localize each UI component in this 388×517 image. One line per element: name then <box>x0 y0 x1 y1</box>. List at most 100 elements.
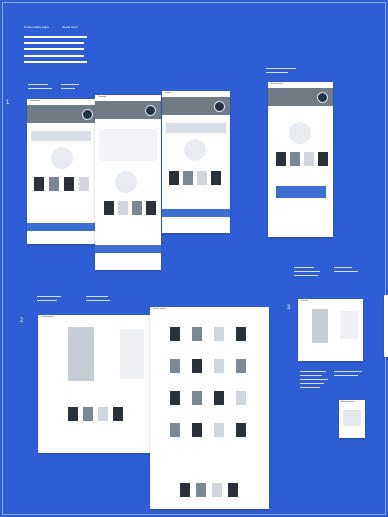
legend-bar-1 <box>24 36 87 38</box>
card-6-tile-2 <box>192 327 202 341</box>
card-6-tile-11 <box>214 391 224 405</box>
label-bar-q <box>300 375 322 376</box>
card-6-tile-13 <box>170 423 180 437</box>
card-6-tile-14 <box>192 423 202 437</box>
label-bar-k <box>294 267 314 268</box>
label-bar-v <box>334 375 358 376</box>
top-left-note: Product catalog pages <box>24 26 49 29</box>
page-card-6[interactable]: Search results <box>150 307 269 509</box>
page-card-8[interactable]: Mobile preview <box>339 400 365 438</box>
card-8-label: Mobile preview <box>341 401 355 403</box>
card-3-tile-2 <box>183 171 193 185</box>
card-4-tile-1 <box>276 152 286 166</box>
card-1-cta-strip <box>27 223 98 231</box>
label-bar-e <box>266 68 296 69</box>
card-4-hero <box>268 88 333 106</box>
card-6-tile-7 <box>214 359 224 373</box>
card-5-tile-2 <box>83 407 93 421</box>
card-2-circle <box>115 171 137 193</box>
card-1-label: Homepage <box>30 100 40 102</box>
card-7-image <box>312 309 328 343</box>
card-1-tile-1 <box>34 177 44 191</box>
canvas: Product catalog pages Results layout 1 2… <box>0 0 388 517</box>
card-3-cta-strip <box>162 209 230 217</box>
marker-2: 2 <box>20 318 24 324</box>
page-card-5[interactable]: Product detail <box>38 315 151 453</box>
top-left-note-2: Results layout <box>62 26 78 29</box>
card-3-label: Listing <box>165 92 171 94</box>
page-card-7[interactable]: Preview <box>298 299 363 361</box>
page-card-edge <box>384 295 388 357</box>
label-bar-b <box>28 88 52 89</box>
card-1-tile-2 <box>49 177 59 191</box>
card-1-tile-3 <box>64 177 74 191</box>
label-bar-o <box>334 271 358 272</box>
label-bar-r <box>300 379 328 380</box>
label-bar-u <box>334 371 362 372</box>
page-card-2[interactable]: Category <box>95 95 161 270</box>
card-2-grid <box>99 129 157 161</box>
card-4-hero-knob <box>317 92 328 103</box>
card-2-cta-strip <box>95 245 161 253</box>
marker-1: 1 <box>6 100 10 106</box>
legend-bar-3 <box>24 48 84 50</box>
card-6-tile-6 <box>192 359 202 373</box>
card-2-tile-1 <box>104 201 114 215</box>
card-7-label: Preview <box>301 300 309 302</box>
card-6-tile-10 <box>192 391 202 405</box>
card-2-tile-4 <box>146 201 156 215</box>
card-2-hero <box>95 101 161 119</box>
label-bar-m <box>294 275 318 276</box>
card-5-tile-1 <box>68 407 78 421</box>
card-6-tile-4 <box>236 327 246 341</box>
card-2-label: Category <box>98 96 107 98</box>
card-3-row <box>166 123 226 133</box>
marker-3: 3 <box>287 305 291 311</box>
card-4-label: Feature page <box>271 83 283 85</box>
page-card-3[interactable]: Listing <box>162 91 230 233</box>
label-bar-c <box>61 84 79 85</box>
card-2-tile-3 <box>132 201 142 215</box>
card-5-tile-4 <box>113 407 123 421</box>
card-6-tile-3 <box>214 327 224 341</box>
card-6-tile-12 <box>236 391 246 405</box>
card-6-tile-15 <box>214 423 224 437</box>
card-4-tile-4 <box>318 152 328 166</box>
card-6-tile-5 <box>170 359 180 373</box>
card-6-label: Search results <box>153 308 166 310</box>
card-6-tile-16 <box>236 423 246 437</box>
page-card-1[interactable]: Homepage <box>27 99 98 244</box>
card-3-hero <box>162 97 230 115</box>
card-5-product-image <box>68 327 94 381</box>
card-5-label: Product detail <box>41 316 54 318</box>
card-1-hero <box>27 105 98 123</box>
card-3-circle <box>184 139 206 161</box>
label-bar-l <box>294 271 320 272</box>
page-card-4[interactable]: Feature page <box>268 82 333 237</box>
label-bar-s <box>300 383 324 384</box>
label-bar-g <box>37 296 61 297</box>
card-6-tile-9 <box>170 391 180 405</box>
card-1-hero-knob <box>82 109 93 120</box>
legend-bar-5 <box>24 61 87 63</box>
label-bar-j <box>86 300 110 301</box>
card-4-tile-2 <box>290 152 300 166</box>
card-6-tile-17 <box>180 483 190 497</box>
card-6-tile-1 <box>170 327 180 341</box>
card-6-tile-19 <box>212 483 222 497</box>
card-4-tile-3 <box>304 152 314 166</box>
card-4-circle <box>289 122 311 144</box>
card-3-tile-1 <box>169 171 179 185</box>
label-bar-h <box>37 300 57 301</box>
card-2-hero-knob <box>145 105 156 116</box>
legend-bar-4 <box>24 55 84 57</box>
card-1-row <box>31 131 91 141</box>
card-5-tile-3 <box>98 407 108 421</box>
label-bar-n <box>334 267 352 268</box>
card-4-cta-strip <box>276 186 326 198</box>
card-5-side-panel <box>120 329 144 379</box>
label-bar-f <box>266 72 288 73</box>
label-bar-a <box>28 84 48 85</box>
card-3-hero-knob <box>214 101 225 112</box>
label-bar-i <box>86 296 108 297</box>
